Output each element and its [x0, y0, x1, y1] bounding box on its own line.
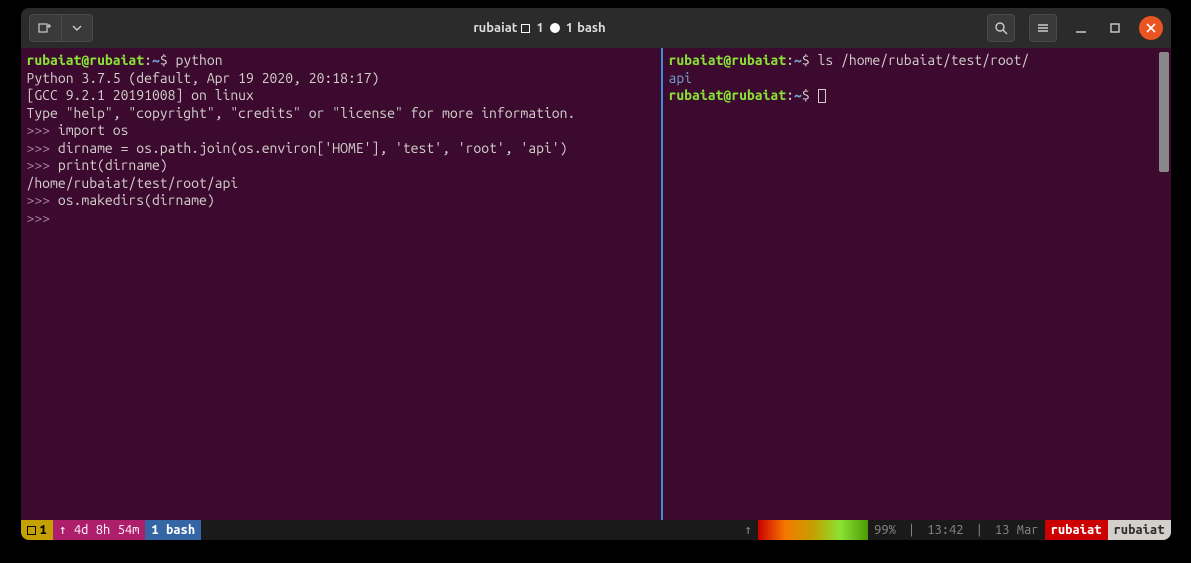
titlebar: rubaiat 1 1 bash [21, 8, 1171, 48]
repl-prompt: >>> [27, 192, 51, 208]
status-date: 13 Mar [989, 520, 1045, 540]
status-sep-2: | [970, 520, 989, 540]
status-battery: 99% [868, 520, 902, 540]
window-title: rubaiat 1 1 bash [93, 21, 987, 35]
repl-prompt: >>> [27, 122, 51, 138]
status-host-red: rubaiat [1045, 520, 1108, 540]
upload-indicator-icon: ↑ [738, 520, 758, 540]
status-session[interactable]: 1 [21, 520, 53, 540]
tab-dropdown-button[interactable] [61, 14, 93, 42]
minimize-icon [1075, 22, 1087, 34]
prompt-user: rubaiat [27, 52, 82, 68]
right-pane[interactable]: rubaiat@rubaiat:~$ ls /home/rubaiat/test… [663, 48, 1171, 520]
python-banner-1: Python 3.7.5 (default, Apr 19 2020, 20:1… [27, 70, 380, 86]
prompt-path: ~ [152, 52, 160, 68]
status-time: 13:42 [921, 520, 969, 540]
status-uptime-text: ↑ 4d 8h 54m [59, 523, 140, 538]
minimize-button[interactable] [1071, 18, 1091, 38]
search-button[interactable] [987, 14, 1015, 42]
terminal-window: rubaiat 1 1 bash rubaiat@rubaiat:~$ p [21, 8, 1171, 540]
status-window-text: 1 bash [151, 523, 195, 537]
prompt-symbol: $ [160, 52, 168, 68]
prompt-path: ~ [794, 87, 802, 103]
title-username: rubaiat [473, 21, 517, 35]
chevron-down-icon [72, 23, 82, 33]
terminal-split: rubaiat@rubaiat:~$ python Python 3.7.5 (… [21, 48, 1171, 520]
close-icon [1146, 23, 1156, 33]
title-session-a: 1 [536, 21, 543, 35]
cursor [818, 89, 826, 103]
hamburger-menu-button[interactable] [1029, 14, 1057, 42]
status-date-text: 13 Mar [995, 523, 1039, 537]
prompt-user: rubaiat [669, 52, 724, 68]
maximize-button[interactable] [1105, 18, 1125, 38]
repl-code: print(dirname) [58, 157, 168, 173]
new-tab-button[interactable] [29, 14, 61, 42]
scrollbar[interactable] [1159, 52, 1169, 172]
prompt-path: ~ [794, 52, 802, 68]
repl-prompt: >>> [27, 157, 51, 173]
status-host-white: rubaiat [1108, 520, 1171, 540]
statusbar: 1 ↑ 4d 8h 54m 1 bash ↑ 99% | 13:42 | 13 … [21, 520, 1171, 540]
command-text: python [176, 52, 223, 68]
statusbar-right: ↑ 99% | 13:42 | 13 Mar rubaiat rubaiat [738, 520, 1170, 540]
status-sep-1: | [902, 520, 921, 540]
status-uptime: ↑ 4d 8h 54m [53, 520, 146, 540]
titlebar-left-controls [29, 14, 93, 42]
prompt-host: rubaiat [731, 87, 786, 103]
prompt-symbol: $ [802, 87, 810, 103]
new-tab-icon [38, 21, 52, 35]
status-time-text: 13:42 [927, 523, 963, 537]
python-banner-3: Type "help", "copyright", "credits" or "… [27, 105, 576, 121]
command-text: ls /home/rubaiat/test/root/ [818, 52, 1030, 68]
repl-prompt: >>> [27, 140, 51, 156]
status-window[interactable]: 1 bash [145, 520, 201, 540]
repl-code: import os [58, 122, 129, 138]
repl-code: dirname = os.path.join(os.environ['HOME'… [58, 140, 568, 156]
prompt-colon: : [786, 52, 794, 68]
status-gradient [758, 520, 868, 540]
session-empty-icon [521, 24, 530, 33]
prompt-host: rubaiat [89, 52, 144, 68]
title-session-b: 1 [566, 21, 573, 35]
ls-output: api [669, 70, 693, 86]
status-host2-text: rubaiat [1114, 523, 1165, 537]
hamburger-icon [1036, 21, 1050, 35]
close-button[interactable] [1139, 16, 1163, 40]
python-banner-2: [GCC 9.2.1 20191008] on linux [27, 87, 254, 103]
repl-prompt: >>> [27, 210, 51, 226]
repl-output: /home/rubaiat/test/root/api [27, 175, 239, 191]
session-full-icon [550, 23, 560, 33]
status-session-num: 1 [40, 523, 47, 537]
repl-code: os.makedirs(dirname) [58, 192, 215, 208]
session-box-icon [27, 526, 36, 535]
title-process: bash [577, 21, 606, 35]
titlebar-right-controls [987, 14, 1163, 42]
prompt-colon: : [144, 52, 152, 68]
prompt-host: rubaiat [731, 52, 786, 68]
prompt-user: rubaiat [669, 87, 724, 103]
left-pane[interactable]: rubaiat@rubaiat:~$ python Python 3.7.5 (… [21, 48, 661, 520]
status-host1-text: rubaiat [1051, 523, 1102, 537]
search-icon [994, 21, 1008, 35]
status-battery-text: 99% [874, 523, 896, 537]
prompt-symbol: $ [802, 52, 810, 68]
maximize-icon [1109, 22, 1121, 34]
prompt-colon: : [786, 87, 794, 103]
